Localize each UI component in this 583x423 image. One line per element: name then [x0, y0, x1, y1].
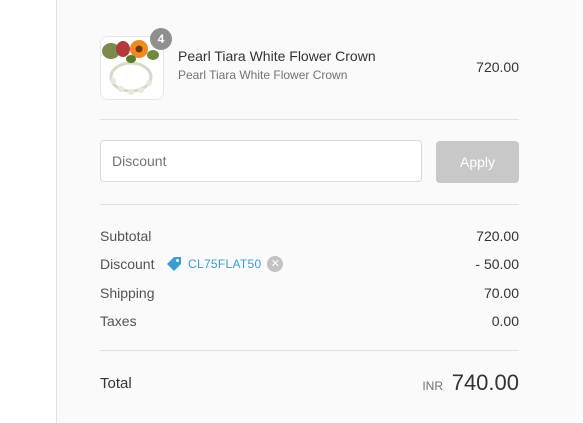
quantity-badge: 4: [150, 28, 172, 50]
discount-value: - 50.00: [475, 256, 519, 272]
discount-label: Discount: [100, 256, 155, 272]
remove-discount-icon[interactable]: ✕: [267, 256, 284, 272]
taxes-value: 0.00: [491, 313, 519, 329]
apply-discount-button[interactable]: Apply: [436, 141, 519, 183]
taxes-label: Taxes: [100, 313, 137, 329]
total-label: Total: [100, 375, 132, 392]
divider: [100, 350, 519, 351]
left-pane: [0, 0, 56, 423]
discount-code-input[interactable]: [100, 140, 422, 182]
applied-coupon: CL75FLAT50 ✕: [166, 256, 284, 272]
total-value: 740.00: [451, 370, 519, 395]
taxes-line: Taxes 0.00: [100, 313, 519, 331]
product-name: Pearl Tiara White Flower Crown: [178, 48, 376, 64]
product-thumbnail-wrapper: 4: [100, 28, 172, 100]
discount-line: Discount CL75FLAT50 ✕ - 50.00: [100, 256, 519, 274]
subtotal-line: Subtotal 720.00: [100, 228, 519, 246]
shipping-label: Shipping: [100, 285, 155, 301]
total-line: Total INR 740.00: [100, 370, 519, 400]
shipping-value: 70.00: [483, 285, 519, 301]
tag-icon: [167, 257, 181, 271]
divider: [100, 204, 519, 205]
order-summary: 4 Pearl Tiara White Flower Crown Pearl T…: [56, 0, 583, 423]
shipping-line: Shipping 70.00: [100, 285, 519, 303]
divider: [100, 119, 519, 120]
product-variant: Pearl Tiara White Flower Crown: [178, 68, 348, 82]
product-price: 720.00: [476, 59, 519, 75]
currency-code: INR: [422, 379, 443, 393]
subtotal-value: 720.00: [476, 228, 519, 244]
product-line-item: 4 Pearl Tiara White Flower Crown Pearl T…: [100, 28, 519, 100]
discount-code: CL75FLAT50: [188, 257, 262, 271]
subtotal-label: Subtotal: [100, 228, 152, 244]
